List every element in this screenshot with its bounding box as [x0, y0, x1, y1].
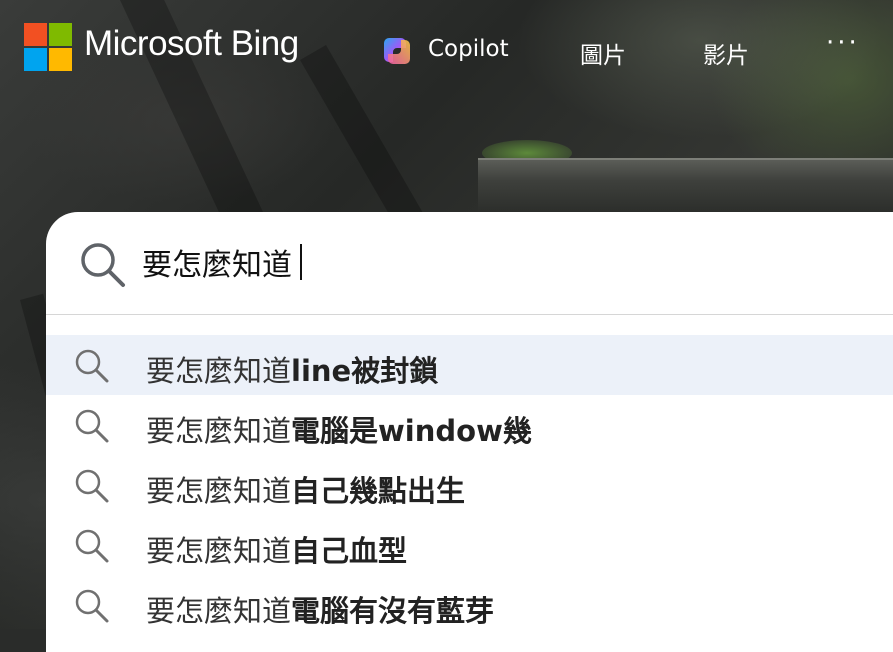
microsoft-logo-icon[interactable]: [24, 23, 72, 71]
suggestion-item[interactable]: 要怎麼知道自己血型: [46, 515, 893, 575]
search-panel: 要怎麼知道 要怎麼知道line被封鎖 要怎麼知道電腦是window幾 要怎麼知道…: [46, 212, 893, 652]
suggestion-text: 要怎麼知道電腦有沒有藍芽: [146, 594, 495, 628]
search-box: 要怎麼知道: [46, 212, 893, 314]
divider: [46, 314, 893, 315]
suggestion-item[interactable]: 要怎麼知道自己幾點出生: [46, 455, 893, 515]
suggestion-item[interactable]: 要怎麼知道line被封鎖: [46, 335, 893, 395]
more-menu-button[interactable]: ···: [826, 28, 860, 58]
nav-videos[interactable]: 影片: [703, 36, 749, 70]
suggestion-item[interactable]: 要怎麼知道電腦是window幾: [46, 395, 893, 455]
stone-ledge: [478, 158, 893, 212]
search-icon: [75, 529, 109, 563]
search-icon: [75, 409, 109, 443]
copilot-icon[interactable]: [380, 34, 414, 68]
search-icon: [75, 589, 109, 623]
text-caret: [300, 244, 302, 280]
suggestion-text: 要怎麼知道電腦是window幾: [146, 414, 532, 448]
suggestion-text: 要怎麼知道自己幾點出生: [146, 474, 466, 508]
top-header: Microsoft Bing Copilot 圖片 影片 ···: [0, 0, 893, 100]
search-input[interactable]: 要怎麼知道: [142, 240, 742, 284]
nav-copilot[interactable]: Copilot: [428, 36, 509, 62]
search-icon[interactable]: [78, 240, 128, 290]
suggestion-text: 要怎麼知道line被封鎖: [146, 354, 439, 388]
nav-images[interactable]: 圖片: [580, 36, 626, 70]
suggestion-text: 要怎麼知道自己血型: [146, 534, 408, 568]
search-icon: [75, 349, 109, 383]
bing-logo-text[interactable]: Microsoft Bing: [84, 24, 299, 64]
search-icon: [75, 469, 109, 503]
suggestion-list: 要怎麼知道line被封鎖 要怎麼知道電腦是window幾 要怎麼知道自己幾點出生…: [46, 335, 893, 635]
suggestion-item[interactable]: 要怎麼知道電腦有沒有藍芽: [46, 575, 893, 635]
